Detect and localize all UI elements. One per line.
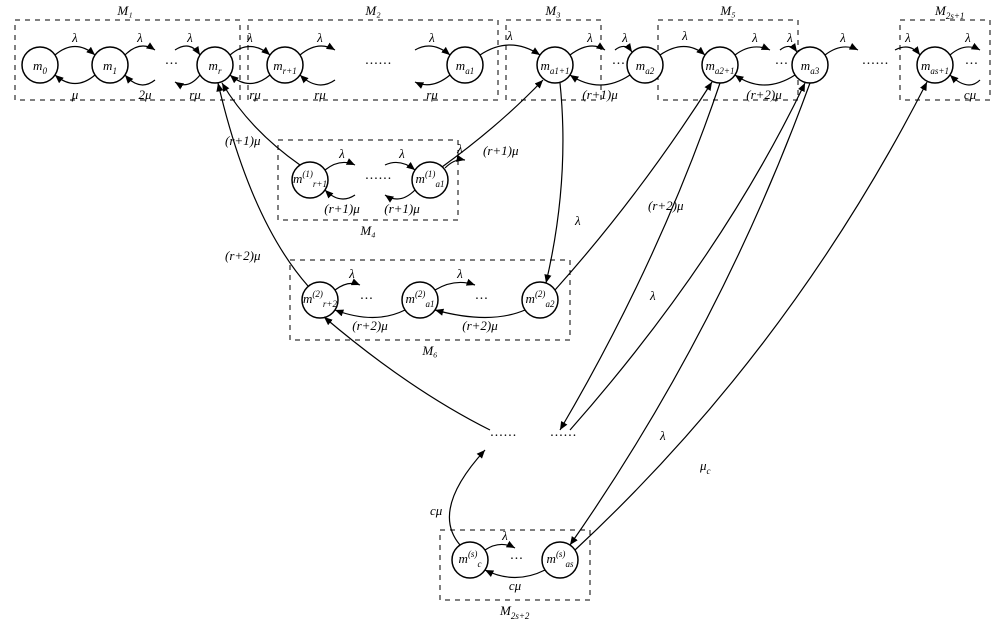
svg-text:rμ: rμ	[426, 87, 438, 102]
svg-text:λ: λ	[501, 528, 508, 543]
svg-text:···: ···	[360, 292, 374, 307]
svg-text:λ: λ	[186, 30, 193, 45]
svg-text:······: ······	[365, 57, 392, 72]
svg-text:(r+2)μ: (r+2)μ	[352, 318, 388, 333]
svg-text:···: ···	[475, 292, 489, 307]
markov-chain-diagram: M₁ M₂ M₃ M₅ M2s+1 M₄ M₆ M2s+2 m0 m1 mr m…	[0, 0, 1000, 636]
svg-text:···: ···	[612, 57, 626, 72]
svg-text:M2s+2: M2s+2	[499, 603, 530, 621]
svg-text:λ: λ	[839, 30, 846, 45]
svg-text:(r+1)μ: (r+1)μ	[582, 87, 618, 102]
svg-text:(r+1)μ: (r+1)μ	[324, 201, 360, 216]
svg-text:(r+2)μ: (r+2)μ	[648, 198, 684, 213]
svg-text:M₅: M₅	[719, 3, 735, 18]
arc-in-m1	[125, 75, 155, 85]
svg-text:rμ: rμ	[314, 87, 326, 102]
svg-text:λ: λ	[786, 30, 793, 45]
svg-text:······: ······	[365, 172, 392, 187]
svg-text:···: ···	[510, 552, 524, 567]
svg-text:λ: λ	[574, 213, 581, 228]
svg-text:λ: λ	[621, 30, 628, 45]
svg-text:λ: λ	[649, 288, 656, 303]
svg-text:···: ···	[165, 57, 179, 72]
svg-text:M₆: M₆	[421, 343, 437, 358]
svg-text:μ: μ	[71, 87, 79, 102]
arc-m0-m1	[55, 47, 95, 56]
svg-text:λ: λ	[398, 146, 405, 161]
svg-text:M2s+1: M2s+1	[934, 3, 964, 21]
svg-text:λ: λ	[586, 30, 593, 45]
svg-text:λ: λ	[136, 30, 143, 45]
svg-text:······: ······	[550, 429, 577, 444]
svg-text:μc: μc	[699, 458, 711, 476]
svg-text:λ: λ	[338, 146, 345, 161]
svg-text:λ: λ	[348, 266, 355, 281]
svg-text:···: ···	[965, 57, 979, 72]
svg-text:M₂: M₂	[364, 3, 381, 18]
svg-text:λ: λ	[316, 30, 323, 45]
svg-text:rμ: rμ	[249, 87, 261, 102]
arc-m1-out	[125, 46, 155, 55]
svg-text:cμ: cμ	[964, 87, 977, 102]
svg-text:λ: λ	[428, 30, 435, 45]
svg-text:2μ: 2μ	[138, 87, 152, 102]
svg-text:(r+1)μ: (r+1)μ	[225, 133, 261, 148]
svg-text:(r+2)μ: (r+2)μ	[225, 248, 261, 263]
state-mbot1	[452, 542, 488, 578]
svg-text:λ: λ	[751, 30, 758, 45]
svg-text:······: ······	[862, 57, 889, 72]
svg-text:(r+2)μ: (r+2)μ	[746, 87, 782, 102]
svg-text:cμ: cμ	[430, 503, 443, 518]
svg-text:λ: λ	[964, 30, 971, 45]
svg-text:λ: λ	[456, 266, 463, 281]
svg-text:(r+2)μ: (r+2)μ	[462, 318, 498, 333]
svg-text:M₃: M₃	[544, 3, 560, 18]
svg-text:λ: λ	[904, 30, 911, 45]
svg-text:M₁: M₁	[116, 3, 132, 18]
svg-text:λ: λ	[506, 28, 513, 43]
svg-text:λ: λ	[681, 28, 688, 43]
svg-text:······: ······	[490, 429, 517, 444]
svg-text:(r+1)μ: (r+1)μ	[384, 201, 420, 216]
svg-text:λ: λ	[659, 428, 666, 443]
svg-text:λ: λ	[71, 30, 78, 45]
svg-text:rμ: rμ	[189, 87, 201, 102]
svg-text:(r+1)μ: (r+1)μ	[483, 143, 519, 158]
svg-text:···: ···	[775, 57, 789, 72]
svg-text:cμ: cμ	[509, 578, 522, 593]
svg-text:λ: λ	[246, 30, 253, 45]
arc-m1-m0	[55, 75, 95, 84]
svg-text:M₄: M₄	[359, 223, 376, 238]
